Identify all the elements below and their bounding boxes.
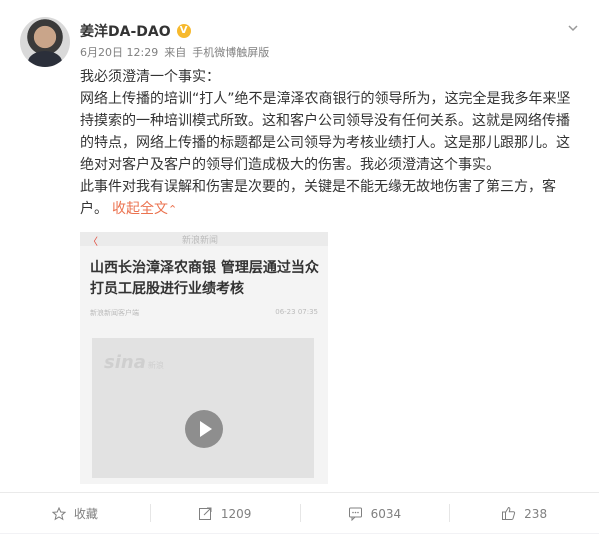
source-prefix: 来自 — [164, 46, 187, 59]
play-icon[interactable] — [185, 410, 223, 448]
post-date[interactable]: 6月20日 12:29 — [80, 44, 158, 60]
collapse-arrow-icon[interactable]: ⌃ — [168, 203, 177, 216]
comment-icon — [348, 506, 363, 521]
author-row: 姜洋DA-DAO V — [80, 21, 191, 41]
favorite-label: 收藏 — [73, 507, 98, 521]
sina-watermark: sina 新浪 — [104, 352, 164, 373]
chevron-down-icon[interactable] — [567, 22, 579, 34]
content-paragraph-3: 此事件对我有误解和伤害是次要的，关键是不能无缘无故地伤害了第三方，客户。 收起全文… — [80, 176, 580, 221]
sina-watermark-text: sina — [104, 352, 146, 373]
avatar[interactable] — [20, 17, 70, 67]
media-source: 新浪新闻客户端 — [90, 309, 139, 317]
favorite-button[interactable]: 收藏 — [0, 493, 150, 534]
content-paragraph-1: 我必须澄清一个事实： — [80, 69, 220, 85]
author-name[interactable]: 姜洋DA-DAO — [80, 21, 171, 41]
repost-button[interactable]: 1209 — [149, 493, 300, 534]
video-preview[interactable]: sina 新浪 — [92, 338, 314, 478]
media-topbar: 〈 新浪新闻 — [80, 232, 328, 248]
like-count: 238 — [524, 506, 548, 521]
thumbs-up-icon — [501, 506, 516, 521]
content-paragraph-2: 网络上传播的培训“打人”绝不是漳泽农商银行的领导所为，这完全是我多年来坚持摸索的… — [80, 91, 571, 173]
post-content: 我必须澄清一个事实： 网络上传播的培训“打人”绝不是漳泽农商银行的领导所为，这完… — [80, 66, 580, 221]
media-site-name: 新浪新闻 — [182, 236, 219, 246]
media-time: 06-23 07:35 — [275, 308, 318, 316]
media-thumbnail[interactable]: 〈 新浪新闻 山西长治漳泽农商银 管理层通过当众打员工屁股进行业绩考核 新浪新闻… — [80, 232, 328, 484]
repost-count: 1209 — [220, 506, 252, 521]
back-icon: 〈 — [88, 237, 98, 248]
media-headline: 山西长治漳泽农商银 管理层通过当众打员工屁股进行业绩考核 — [90, 260, 319, 297]
comment-button[interactable]: 6034 — [299, 493, 450, 534]
action-bar: 收藏 1209 6034 238 — [0, 492, 599, 534]
sina-watermark-sub: 新浪 — [147, 361, 164, 370]
post-source[interactable]: 手机微博触屏版 — [192, 44, 269, 60]
star-icon — [51, 506, 66, 521]
like-button[interactable]: 238 — [449, 493, 599, 534]
post-meta: 6月20日 12:29 来自 手机微博触屏版 — [80, 44, 269, 60]
verified-badge-icon: V — [176, 24, 191, 38]
collapse-button[interactable]: 收起全文 — [112, 201, 168, 217]
comment-count: 6034 — [370, 506, 402, 521]
repost-icon — [198, 506, 213, 521]
weibo-post-card: 姜洋DA-DAO V 6月20日 12:29 来自 手机微博触屏版 我必须澄清一… — [0, 0, 599, 533]
